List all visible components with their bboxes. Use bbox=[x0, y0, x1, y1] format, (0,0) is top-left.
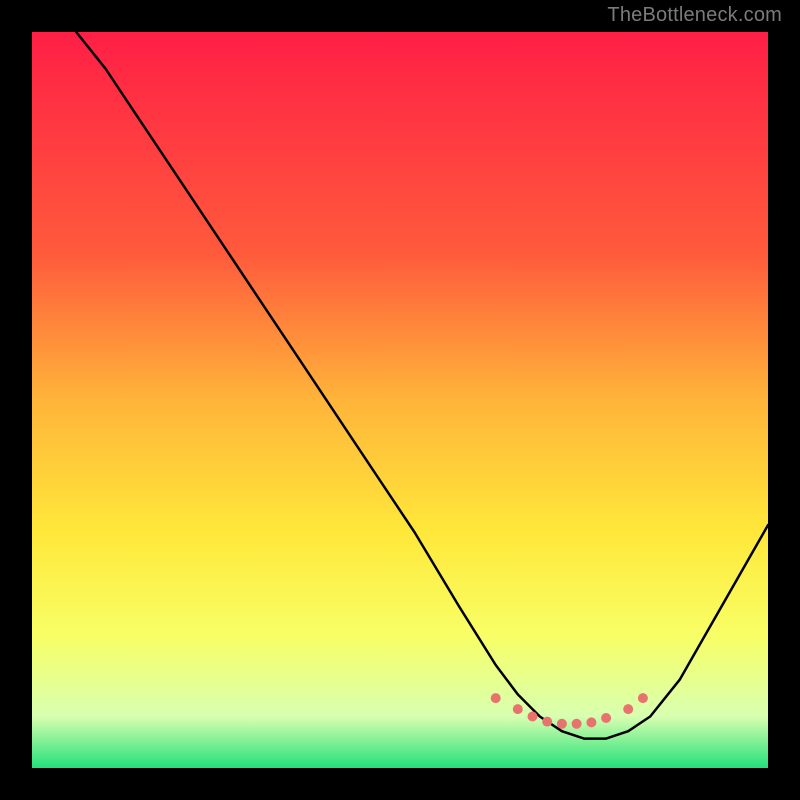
highlight-dot bbox=[491, 693, 501, 703]
highlight-dot bbox=[557, 719, 567, 729]
plot-area bbox=[32, 32, 768, 768]
highlight-dot bbox=[528, 712, 538, 722]
highlight-dot bbox=[513, 704, 523, 714]
gradient-background bbox=[32, 32, 768, 768]
highlight-dot bbox=[638, 693, 648, 703]
chart-frame: TheBottleneck.com bbox=[0, 0, 800, 800]
highlight-dot bbox=[601, 713, 611, 723]
highlight-dot bbox=[623, 704, 633, 714]
chart-svg bbox=[32, 32, 768, 768]
highlight-dot bbox=[572, 719, 582, 729]
watermark-text: TheBottleneck.com bbox=[607, 4, 782, 27]
highlight-dot bbox=[586, 717, 596, 727]
highlight-dot bbox=[542, 717, 552, 727]
